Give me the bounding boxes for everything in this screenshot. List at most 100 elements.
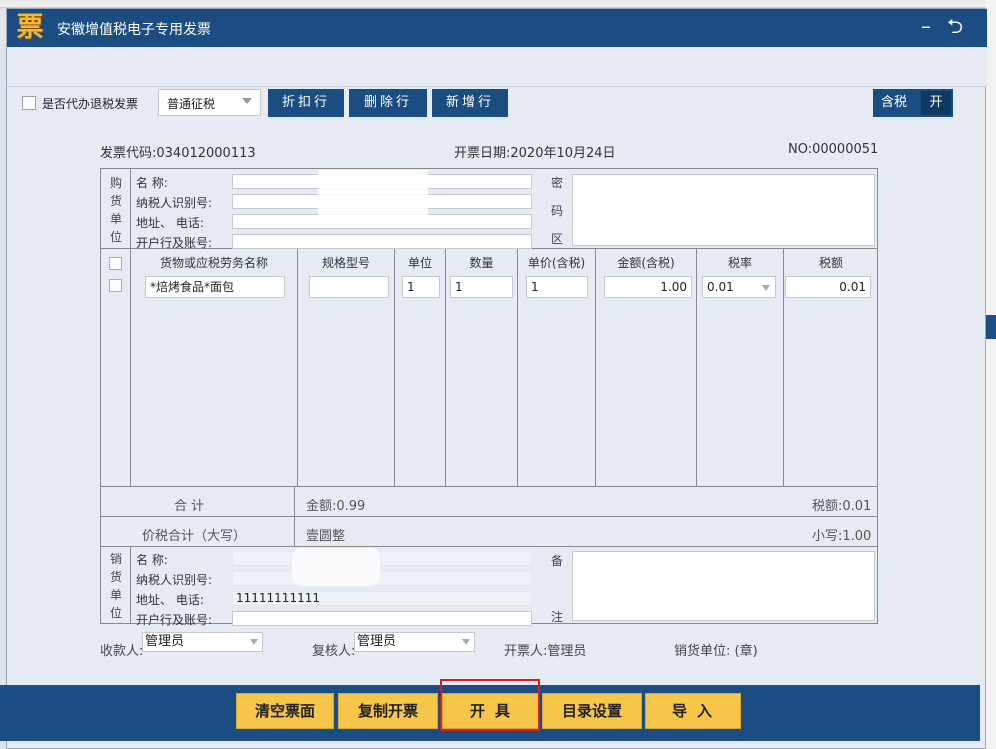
divider: [297, 249, 298, 486]
item-unit-input[interactable]: 1: [402, 276, 440, 298]
chevron-down-icon: [250, 639, 258, 645]
invoice-number: NO:00000051: [788, 142, 879, 157]
seller-address-label: 地址、 电话:: [136, 593, 204, 607]
chevron-down-icon: [462, 639, 470, 645]
cipher-char: 密: [550, 176, 563, 190]
blank-toolbar-row: [7, 47, 987, 87]
item-spec-input[interactable]: [309, 276, 389, 298]
tax-included-label: 含税: [881, 95, 908, 110]
catalog-settings-button[interactable]: 目录设置: [542, 693, 642, 729]
payee-label: 收款人:: [100, 644, 144, 659]
seller-address-field: 11111111111: [232, 591, 532, 606]
divider: [696, 249, 697, 486]
issue-invoice-button[interactable]: 开具: [442, 693, 540, 729]
cipher-area: [572, 174, 875, 246]
col-header-tax: 税额: [818, 256, 843, 270]
background-app-toolbar: [0, 0, 996, 8]
tax-type-select[interactable]: 普通征税: [158, 89, 261, 116]
item-amount-input[interactable]: 1.00: [604, 276, 692, 298]
divider: [130, 169, 131, 249]
drawer-label: 开票人:管理员: [504, 644, 587, 659]
buyer-section-char: 位: [109, 230, 122, 244]
seller-name-field: [232, 551, 532, 566]
col-header-rate: 税率: [727, 256, 752, 270]
reviewer-value: 管理员: [357, 634, 397, 649]
reviewer-label: 复核人:: [312, 644, 356, 659]
col-header-amount: 金额(含税): [617, 256, 675, 270]
grand-total-small: 小写:1.00: [812, 529, 872, 544]
reviewer-select[interactable]: 管理员: [354, 632, 475, 652]
import-button[interactable]: 导入: [645, 693, 741, 729]
item-name-input[interactable]: *焙烤食品*面包: [145, 276, 285, 298]
seller-bank-input[interactable]: [232, 611, 532, 626]
divider: [294, 487, 295, 547]
clear-invoice-button[interactable]: 清空票面: [236, 693, 334, 729]
buyer-taxid-label: 纳税人识别号:: [136, 196, 213, 210]
redaction-mark: [318, 170, 428, 218]
remark-input[interactable]: [572, 551, 875, 621]
agent-refund-checkbox[interactable]: [22, 96, 36, 110]
background-app-edge: [986, 0, 996, 749]
buyer-address-label: 地址、 电话:: [136, 216, 204, 230]
divider: [783, 249, 784, 486]
background-app-icon: [986, 315, 996, 339]
invoice-code: 发票代码:034012000113: [100, 146, 256, 161]
invoice-logo-icon: 票: [16, 12, 44, 43]
seller-name-label: 名 称:: [136, 553, 168, 567]
tax-included-toggle[interactable]: 含税 开: [873, 89, 953, 117]
chevron-down-icon: [242, 98, 252, 104]
cipher-char: 码: [550, 204, 563, 218]
item-rate-select[interactable]: 0.01: [702, 276, 776, 298]
seller-taxid-field: [232, 571, 532, 586]
col-header-price: 单价(含税): [527, 256, 586, 270]
total-amount: 金额:0.99: [306, 499, 366, 514]
payee-select[interactable]: 管理员: [142, 632, 263, 652]
add-line-button[interactable]: 新增行: [432, 89, 508, 117]
title-bar: 票 安徽增值税电子专用发票 – ⮌: [7, 9, 987, 47]
item-rate-value: 0.01: [707, 280, 734, 294]
delete-line-button[interactable]: 删除行: [349, 89, 427, 117]
divider: [130, 249, 131, 486]
seller-seal-label: 销货单位: (章): [674, 644, 758, 659]
divider: [101, 486, 878, 487]
redaction-mark: [292, 548, 380, 586]
total-label: 合 计: [174, 499, 205, 514]
row-checkbox[interactable]: [109, 257, 122, 270]
window-title: 安徽增值税电子专用发票: [57, 22, 211, 38]
buyer-bank-label: 开户行及账号:: [136, 236, 213, 250]
grand-total-label: 价税合计（大写）: [142, 529, 247, 544]
item-qty-input[interactable]: 1: [450, 276, 513, 298]
agent-refund-label: 是否代办退税发票: [42, 97, 139, 111]
col-header-unit: 单位: [407, 256, 432, 270]
col-header-qty: 数量: [469, 256, 494, 270]
back-icon[interactable]: ⮌: [947, 15, 963, 37]
divider: [595, 249, 596, 486]
remark-char: 注: [550, 610, 563, 624]
item-tax-input[interactable]: 0.01: [785, 276, 871, 298]
divider: [101, 546, 878, 547]
row-checkbox[interactable]: [109, 279, 122, 292]
divider: [445, 249, 446, 486]
col-header-name: 货物或应税劳务名称: [159, 256, 268, 270]
copy-invoice-button[interactable]: 复制开票: [338, 693, 438, 729]
total-tax: 税额:0.01: [812, 499, 872, 514]
chevron-down-icon: [762, 285, 770, 291]
buyer-name-label: 名 称:: [136, 176, 168, 190]
minimize-button[interactable]: –: [921, 15, 931, 37]
divider: [130, 547, 131, 624]
item-price-input[interactable]: 1: [526, 276, 588, 298]
seller-taxid-label: 纳税人识别号:: [136, 573, 213, 587]
remark-char: 备: [550, 554, 563, 568]
divider: [517, 249, 518, 486]
discount-line-button[interactable]: 折扣行: [268, 89, 344, 117]
tax-type-value: 普通征税: [167, 97, 216, 111]
tax-included-state: 开: [921, 91, 951, 115]
divider: [394, 249, 395, 486]
grand-total-words: 壹圆整: [306, 529, 346, 544]
payee-value: 管理员: [145, 634, 185, 649]
buyer-bank-input[interactable]: [232, 234, 532, 249]
cipher-char: 区: [550, 232, 563, 246]
divider: [101, 516, 878, 517]
col-header-spec: 规格型号: [321, 256, 370, 270]
seller-bank-label: 开户行及账号:: [136, 613, 213, 627]
